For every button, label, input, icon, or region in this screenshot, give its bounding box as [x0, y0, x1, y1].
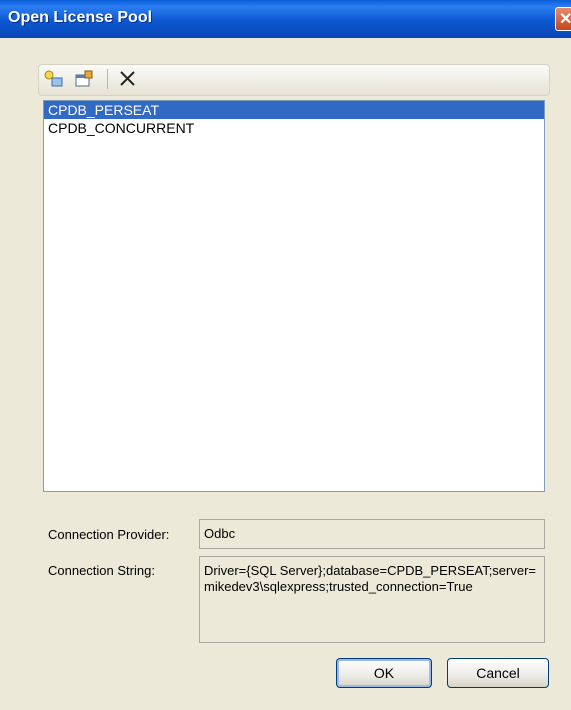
toolbar [38, 64, 550, 96]
window-title: Open License Pool [8, 9, 153, 26]
properties-icon[interactable] [73, 69, 95, 89]
ok-button[interactable]: OK [336, 658, 432, 688]
title-bar[interactable]: Open License Pool ✕ [0, 0, 571, 38]
list-item[interactable]: CPDB_CONCURRENT [44, 119, 544, 137]
cancel-button[interactable]: Cancel [447, 658, 549, 688]
delete-icon[interactable] [117, 69, 139, 89]
connection-string-field[interactable]: Driver={SQL Server};database=CPDB_PERSEA… [199, 556, 545, 643]
toolbar-separator [107, 69, 108, 89]
license-pool-list[interactable]: CPDB_PERSEAT CPDB_CONCURRENT [43, 100, 545, 492]
connection-provider-field[interactable]: Odbc [199, 519, 545, 549]
connection-string-label: Connection String: [48, 563, 155, 578]
connection-provider-label: Connection Provider: [48, 527, 170, 542]
open-license-pool-dialog: Open License Pool ✕ CPDB_PERSEAT CPDB_CO… [0, 0, 571, 710]
list-item[interactable]: CPDB_PERSEAT [44, 101, 544, 119]
close-icon: ✕ [559, 11, 571, 28]
new-item-icon[interactable] [43, 69, 65, 89]
close-button[interactable]: ✕ [555, 7, 571, 31]
